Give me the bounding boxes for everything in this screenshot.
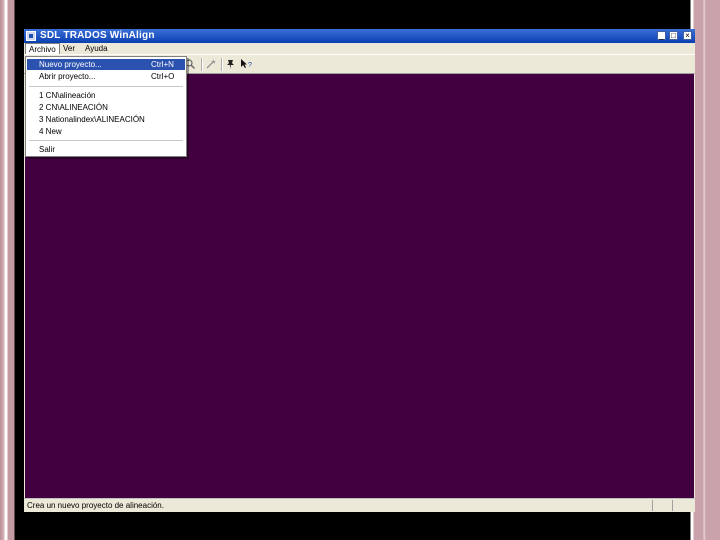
menu-ayuda[interactable]: Ayuda bbox=[82, 43, 111, 54]
app-icon[interactable] bbox=[26, 31, 36, 41]
menu-separator bbox=[29, 140, 183, 141]
menu-item-label: Nuevo proyecto... bbox=[39, 60, 102, 69]
menu-item-recent-2[interactable]: 2 CN\ALINEACIÓN bbox=[27, 102, 185, 113]
menu-item-label: Salir bbox=[39, 145, 56, 154]
pin-icon[interactable] bbox=[226, 59, 236, 69]
title-bar[interactable]: SDL TRADOS WinAlign _ □ × bbox=[24, 29, 695, 43]
menu-item-recent-4[interactable]: 4 New bbox=[27, 126, 185, 137]
menu-archivo[interactable]: Archivo bbox=[25, 43, 60, 54]
menu-item-label: 4 New bbox=[39, 127, 62, 136]
menu-item-label: 2 CN\ALINEACIÓN bbox=[39, 103, 108, 112]
status-pane-divider bbox=[652, 500, 653, 511]
status-pane-divider bbox=[672, 500, 673, 511]
close-button[interactable]: × bbox=[683, 31, 692, 40]
menu-item-label: 1 CN\alineación bbox=[39, 91, 96, 100]
wand-icon[interactable] bbox=[206, 59, 216, 69]
slide-left-border bbox=[0, 0, 22, 540]
minimize-button[interactable]: _ bbox=[657, 31, 666, 40]
maximize-button[interactable]: □ bbox=[669, 31, 678, 40]
file-menu-dropdown: Nuevo proyecto... Ctrl+N Abrir proyecto.… bbox=[25, 56, 187, 157]
help-pointer-icon[interactable]: ? bbox=[241, 59, 252, 69]
menu-ver[interactable]: Ver bbox=[60, 43, 78, 54]
menu-bar: Archivo Ver Ayuda bbox=[24, 43, 695, 54]
menu-item-abrir-proyecto[interactable]: Abrir proyecto... Ctrl+O bbox=[27, 71, 185, 82]
status-text: Crea un nuevo proyecto de alineación. bbox=[27, 501, 164, 510]
menu-separator bbox=[29, 86, 183, 87]
svg-text:?: ? bbox=[248, 62, 252, 69]
toolbar-separator bbox=[201, 58, 203, 71]
status-bar: Crea un nuevo proyecto de alineación. bbox=[24, 498, 695, 512]
menu-item-nuevo-proyecto[interactable]: Nuevo proyecto... Ctrl+N bbox=[27, 59, 185, 70]
menu-item-label: 3 Nationalindex\ALINEACIÓN bbox=[39, 115, 145, 124]
menu-item-recent-3[interactable]: 3 Nationalindex\ALINEACIÓN bbox=[27, 114, 185, 125]
menu-item-shortcut: Ctrl+O bbox=[151, 72, 175, 81]
menu-item-salir[interactable]: Salir bbox=[27, 144, 185, 155]
menu-item-shortcut: Ctrl+N bbox=[151, 60, 174, 69]
menu-item-recent-1[interactable]: 1 CN\alineación bbox=[27, 90, 185, 101]
window-title: SDL TRADOS WinAlign bbox=[40, 30, 155, 41]
menu-item-label: Abrir proyecto... bbox=[39, 72, 96, 81]
toolbar-separator bbox=[221, 58, 223, 71]
